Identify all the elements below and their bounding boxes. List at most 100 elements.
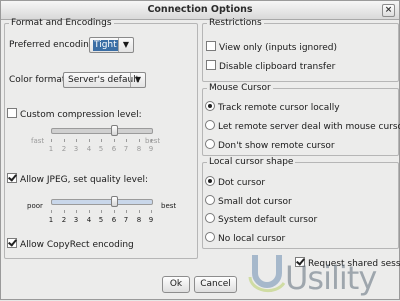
dot-cursor-label: Dot cursor	[218, 178, 266, 188]
slider-track	[51, 199, 153, 205]
no-cursor-radio[interactable]: No local cursor	[205, 232, 285, 244]
slider-tick-label: 6	[111, 216, 117, 224]
view-only-label: View only (inputs ignored)	[219, 43, 338, 53]
slider-tick-label: 7	[123, 216, 129, 224]
small-dot-cursor-label: Small dot cursor	[218, 197, 292, 207]
allow-jpeg-checkbox[interactable]: Allow JPEG, set quality level:	[7, 173, 148, 185]
checkbox-box	[206, 41, 216, 51]
slider-tick-label: 8	[136, 216, 142, 224]
custom-compression-checkbox[interactable]: Custom compression level:	[7, 108, 142, 120]
chevron-down-icon: ▼	[130, 73, 145, 87]
slider-tick-label: 6	[111, 145, 117, 153]
slider-thumb[interactable]	[111, 196, 118, 207]
preferred-encoding-value: Tight	[93, 40, 118, 51]
logo-mark	[248, 255, 286, 293]
color-format-label: Color format:	[9, 75, 69, 85]
custom-compression-label: Custom compression level:	[20, 110, 142, 120]
slider-tick-label: 9	[148, 216, 154, 224]
slider-tick-label: 7	[123, 145, 129, 153]
slider-tick	[114, 210, 115, 213]
slider-tick	[126, 139, 127, 142]
slider-ticks	[51, 210, 153, 214]
slider-tick-label: 5	[98, 216, 104, 224]
hide-cursor-label: Don't show remote cursor	[218, 141, 335, 151]
slider-tick-label: 8	[136, 145, 142, 153]
slider-tick	[89, 210, 90, 213]
allow-copyrect-checkbox[interactable]: Allow CopyRect encoding	[7, 238, 134, 250]
preferred-encoding-select[interactable]: Tight ▼	[89, 37, 134, 53]
chevron-down-icon: ▼	[118, 38, 133, 52]
dot-cursor-radio[interactable]: Dot cursor	[205, 176, 265, 188]
slider-tick	[151, 210, 152, 213]
restrictions-legend: Restrictions	[209, 18, 262, 28]
slider-tick	[101, 139, 102, 142]
format-encodings-legend: Format and Encodings	[11, 18, 112, 28]
slider-tick	[114, 139, 115, 142]
system-cursor-label: System default cursor	[218, 215, 318, 225]
mouse-cursor-legend: Mouse Cursor	[209, 83, 271, 93]
server-cursor-radio[interactable]: Let remote server deal with mouse cursor	[205, 120, 400, 132]
hide-cursor-radio[interactable]: Don't show remote cursor	[205, 139, 335, 151]
slider-tick-label: 1	[48, 145, 54, 153]
slider-tick-label: 9	[148, 145, 154, 153]
slider-tick	[139, 210, 140, 213]
radio-dot	[205, 213, 215, 223]
disable-clipboard-label: Disable clipboard transfer	[219, 62, 336, 72]
radio-dot	[205, 120, 215, 130]
cancel-button[interactable]: Cancel	[194, 276, 237, 293]
radio-dot	[205, 195, 215, 205]
quality-low-label: poor	[27, 202, 43, 210]
window-title: Connection Options	[147, 4, 253, 15]
connection-options-window: Connection Options × Format and Encoding…	[0, 0, 400, 300]
preferred-encoding-label: Preferred encoding:	[9, 40, 98, 50]
small-dot-cursor-radio[interactable]: Small dot cursor	[205, 195, 292, 207]
slider-tick	[151, 139, 152, 142]
slider-tick-label: 5	[98, 145, 104, 153]
slider-thumb[interactable]	[111, 125, 118, 136]
disable-clipboard-checkbox[interactable]: Disable clipboard transfer	[206, 60, 335, 72]
slider-ticks	[51, 139, 153, 143]
system-cursor-radio[interactable]: System default cursor	[205, 213, 317, 225]
close-icon[interactable]: ×	[382, 4, 395, 17]
radio-dot	[205, 101, 215, 111]
allow-copyrect-label: Allow CopyRect encoding	[20, 240, 134, 250]
checkbox-box	[7, 108, 17, 118]
radio-dot	[205, 232, 215, 242]
slider-tick	[139, 139, 140, 142]
compression-low-label: fast	[31, 137, 45, 145]
ok-button[interactable]: Ok	[162, 276, 190, 293]
shared-session-label: Request shared session	[308, 259, 400, 269]
local-cursor-legend: Local cursor shape	[209, 157, 294, 167]
jpeg-quality-slider[interactable]: poor best 123456789	[27, 196, 179, 228]
view-only-checkbox[interactable]: View only (inputs ignored)	[206, 41, 337, 53]
allow-jpeg-label: Allow JPEG, set quality level:	[20, 175, 149, 185]
checkbox-box	[295, 257, 305, 267]
track-cursor-radio[interactable]: Track remote cursor locally	[205, 101, 340, 113]
slider-tick	[51, 139, 52, 142]
radio-dot	[205, 139, 215, 149]
quality-high-label: best	[161, 202, 177, 210]
checkbox-box	[206, 60, 216, 70]
slider-tick	[64, 210, 65, 213]
checkbox-box	[7, 238, 17, 248]
slider-tick-label: 2	[61, 216, 67, 224]
color-format-select[interactable]: Server's default ▼	[63, 72, 146, 88]
slider-tick	[89, 139, 90, 142]
slider-tick-label: 4	[86, 145, 92, 153]
compression-slider[interactable]: fast best 123456789	[29, 125, 160, 157]
radio-dot	[205, 176, 215, 186]
slider-tick	[76, 210, 77, 213]
slider-track	[51, 128, 153, 134]
slider-tick-label: 3	[73, 216, 79, 224]
slider-tick-label: 4	[86, 216, 92, 224]
slider-tick	[126, 210, 127, 213]
slider-tick	[64, 139, 65, 142]
no-cursor-label: No local cursor	[218, 234, 286, 244]
usility-watermark-logo: Usility	[248, 255, 377, 297]
checkbox-box	[7, 173, 17, 183]
slider-tick-label: 2	[61, 145, 67, 153]
server-cursor-label: Let remote server deal with mouse cursor	[218, 122, 400, 132]
shared-session-checkbox[interactable]: Request shared session	[295, 257, 400, 269]
slider-tick	[51, 210, 52, 213]
slider-tick	[101, 210, 102, 213]
